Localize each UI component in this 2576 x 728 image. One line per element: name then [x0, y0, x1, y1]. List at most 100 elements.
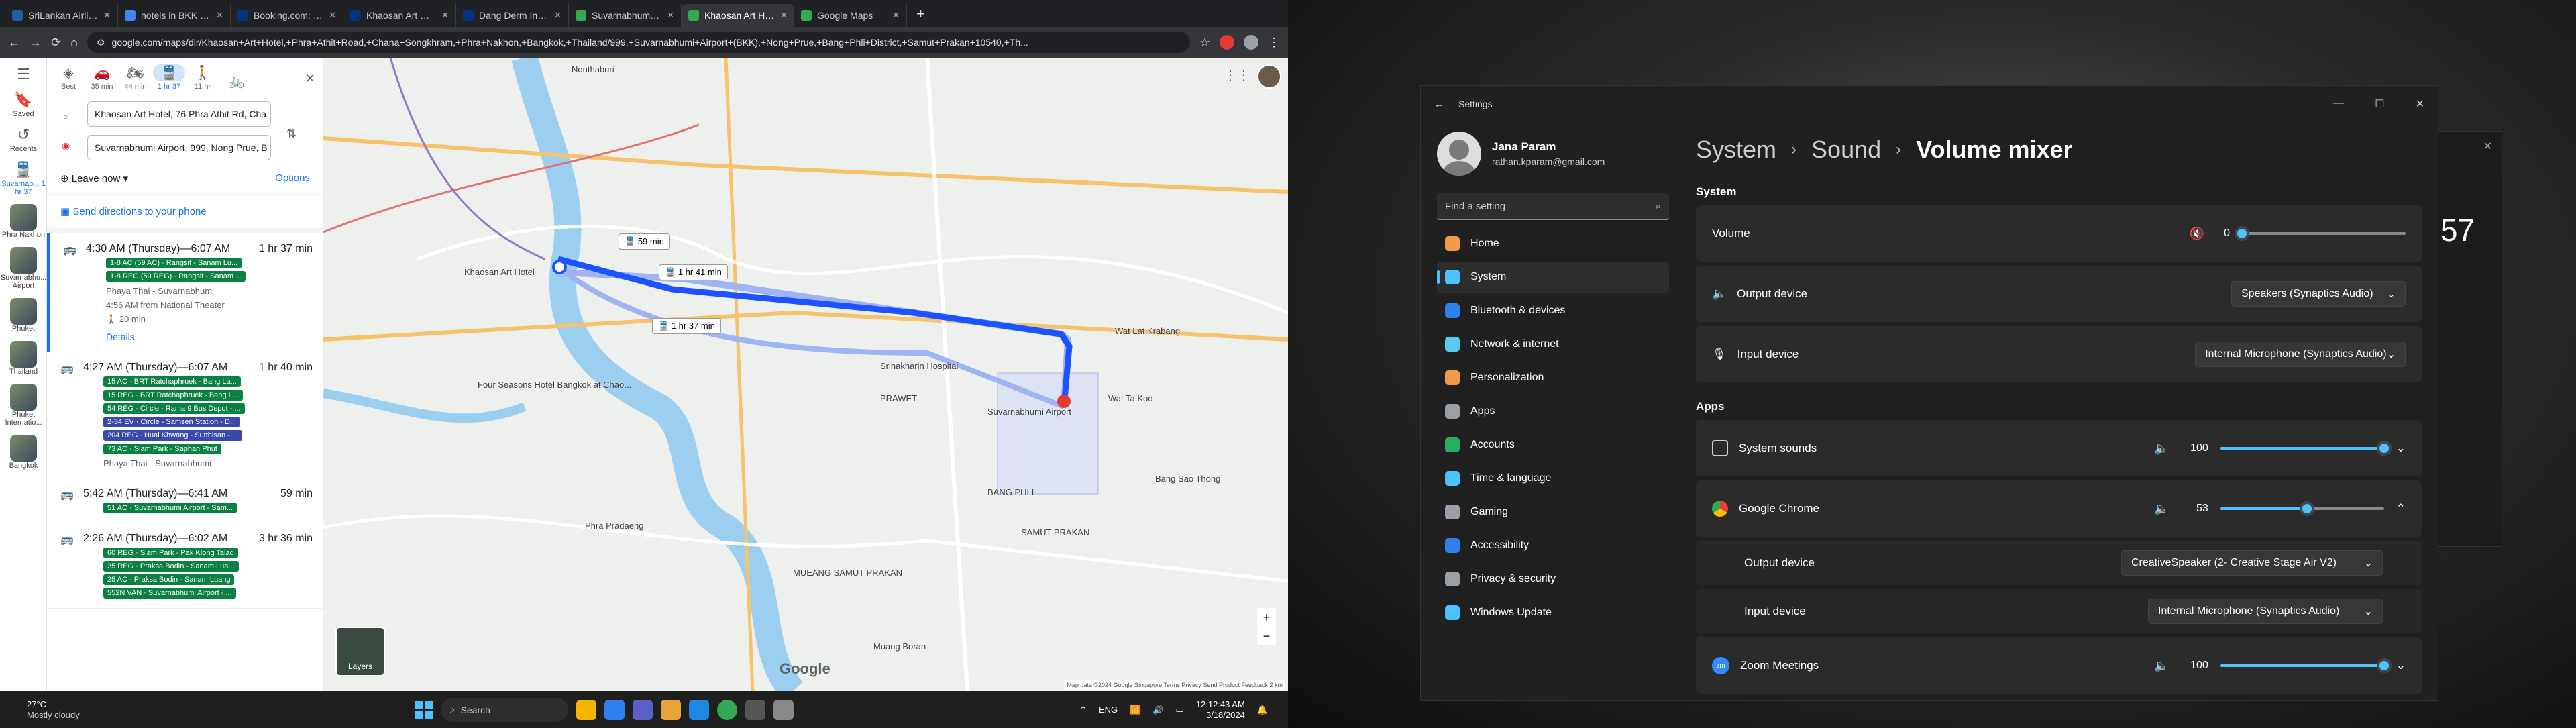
route-option[interactable]: 🚌 4:27 AM (Thursday)—6:07 AM 1 hr 40 min 15…	[47, 352, 323, 478]
swap-icon[interactable]: ⇅	[286, 127, 297, 141]
chevron-down-icon[interactable]: ⌄	[2396, 441, 2406, 455]
map-label[interactable]: Muang Boran	[873, 641, 926, 652]
mute-icon[interactable]: 🔈	[2154, 502, 2169, 516]
travel-mode-5[interactable]: 🚲	[220, 72, 252, 91]
notification-icon[interactable]: 🔔	[1257, 705, 1268, 715]
nav-accessibility[interactable]: Accessibility	[1437, 530, 1669, 561]
map-label[interactable]: Wat Ta Koo	[1108, 393, 1152, 403]
details-link[interactable]: Details	[106, 331, 313, 342]
saved-button[interactable]: 🔖 Saved	[0, 91, 47, 118]
recents-button[interactable]: ↺ Recents	[0, 126, 47, 153]
nav-personalization[interactable]: Personalization	[1437, 362, 1669, 393]
nav-network-internet[interactable]: Network & internet	[1437, 329, 1669, 360]
nav-system[interactable]: System	[1437, 262, 1669, 293]
new-tab-icon[interactable]: +	[907, 5, 934, 27]
recent-place[interactable]: Suvarnabhu... Airport	[0, 247, 47, 290]
close-tab-icon[interactable]: ✕	[780, 10, 788, 21]
edge-icon[interactable]	[604, 699, 625, 720]
close-tab-icon[interactable]: ✕	[329, 10, 336, 21]
send-to-phone-link[interactable]: ▣ Send directions to your phone	[47, 195, 323, 233]
map-label[interactable]: BANG PHLI	[987, 487, 1034, 497]
zoom-out-icon[interactable]: −	[1263, 629, 1271, 643]
travel-mode-4[interactable]: 🚶 11 hr	[186, 64, 219, 91]
back-icon[interactable]: ←	[8, 36, 20, 50]
route-option[interactable]: 🚌 5:42 AM (Thursday)—6:41 AM 59 min 51 AC ·…	[47, 478, 323, 523]
chrome-volume-slider[interactable]	[2220, 501, 2384, 516]
close-tab-icon[interactable]: ✕	[667, 10, 674, 21]
address-bar[interactable]: ⚙ google.com/maps/dir/Khaosan+Art+Hotel,+…	[87, 32, 1190, 53]
map-label[interactable]: SAMUT PRAKAN	[1021, 527, 1089, 537]
account-avatar[interactable]	[1257, 64, 1281, 89]
find-setting-input[interactable]: Find a setting ⌕	[1437, 193, 1669, 220]
settings-app-icon[interactable]	[773, 699, 794, 720]
tab-1[interactable]: SriLankan Airlines - Calen✕	[5, 4, 118, 27]
close-tab-icon[interactable]: ✕	[441, 10, 449, 21]
close-tab-icon[interactable]: ✕	[554, 10, 561, 21]
profile-icon[interactable]	[1244, 35, 1258, 50]
recent-place[interactable]: Thailand	[0, 341, 47, 376]
nav-accounts[interactable]: Accounts	[1437, 429, 1669, 460]
minimize-icon[interactable]: —	[2333, 97, 2344, 111]
travel-mode-2[interactable]: 🏍 44 min	[119, 64, 152, 91]
home-icon[interactable]: ⌂	[70, 36, 78, 50]
close-icon[interactable]: ✕	[2416, 97, 2424, 111]
battery-icon[interactable]: ▭	[1176, 705, 1184, 715]
close-tab-icon[interactable]: ✕	[216, 10, 223, 21]
tray-chevron-icon[interactable]: ⌃	[1079, 705, 1087, 715]
tab-7[interactable]: Khaosan Art Hotel to Suv✕	[682, 4, 794, 27]
forward-icon[interactable]: →	[30, 36, 42, 50]
start-icon[interactable]	[415, 700, 433, 719]
travel-mode-3[interactable]: 🚆 1 hr 37	[153, 64, 185, 91]
mute-icon[interactable]: 🔈	[2154, 441, 2169, 456]
close-icon[interactable]: ✕	[305, 72, 315, 86]
master-volume-slider[interactable]	[2235, 226, 2406, 241]
map-label[interactable]: MUEANG SAMUT PRAKAN	[793, 568, 902, 578]
more-icon[interactable]: ⋮	[1268, 36, 1280, 50]
zoom-in-icon[interactable]: +	[1263, 611, 1271, 625]
leave-now-dropdown[interactable]: ⊕ Leave now ▾	[60, 172, 128, 185]
nav-windows-update[interactable]: Windows Update	[1437, 597, 1669, 628]
close-tab-icon[interactable]: ✕	[892, 10, 900, 21]
map-label[interactable]: Wat Lat Krabang	[1115, 326, 1180, 336]
crumb-system[interactable]: System	[1696, 136, 1776, 164]
map-label[interactable]: Srinakharin Hospital	[880, 361, 958, 371]
github-icon[interactable]	[745, 699, 765, 720]
tab-8[interactable]: Google Maps ✕	[794, 4, 907, 27]
active-directions[interactable]: 🚆 Suvarnab... 1 hr 37	[0, 161, 47, 196]
reload-icon[interactable]: ⟳	[51, 36, 61, 50]
map-label[interactable]: Suvarnabhumi Airport	[987, 407, 1071, 417]
wifi-icon[interactable]: 📶	[1130, 705, 1140, 715]
language-indicator[interactable]: ENG	[1099, 705, 1118, 715]
map-label[interactable]: Phra Pradaeng	[585, 521, 643, 531]
route-option[interactable]: 🚌 2:26 AM (Thursday)—6:02 AM 3 hr 36 min 60…	[47, 523, 323, 609]
nav-apps[interactable]: Apps	[1437, 396, 1669, 427]
route-option[interactable]: 🚌 4:30 AM (Thursday)—6:07 AM 1 hr 37 min 1-…	[47, 233, 323, 352]
map-canvas[interactable]: Nonthaburi Khaosan Art Hotel Suvarnabhumi …	[323, 58, 1288, 691]
origin-input[interactable]: Khaosan Art Hotel, 76 Phra Athit Rd, Cha	[87, 101, 271, 127]
tab-5[interactable]: Dang Derm In The Park H✕	[456, 4, 569, 27]
chrome-output-dropdown[interactable]: CreativeSpeaker (2- Creative Stage Air V…	[2121, 550, 2383, 576]
maximize-icon[interactable]: ☐	[2375, 97, 2384, 111]
crumb-sound[interactable]: Sound	[1811, 136, 1881, 164]
mute-icon[interactable]: 🔇	[2190, 227, 2204, 241]
map-label[interactable]: PRAWET	[880, 393, 917, 403]
nav-time-language[interactable]: Time & language	[1437, 463, 1669, 494]
star-icon[interactable]: ☆	[1199, 36, 1210, 50]
nav-gaming[interactable]: Gaming	[1437, 497, 1669, 527]
mute-icon[interactable]: 🔈	[2154, 659, 2169, 673]
input-device-dropdown[interactable]: Internal Microphone (Synaptics Audio) ⌄	[2195, 342, 2406, 367]
folder-icon[interactable]	[660, 699, 681, 720]
tab-4[interactable]: Khaosan Art Hotel - SHA✕	[343, 4, 456, 27]
extension-icon[interactable]	[1220, 35, 1234, 50]
vscode-icon[interactable]	[688, 699, 709, 720]
chrome-icon[interactable]	[716, 699, 737, 720]
tab-6[interactable]: Suvarnabhumi Airport to✕	[569, 4, 682, 27]
nav-privacy-security[interactable]: Privacy & security	[1437, 564, 1669, 594]
volume-icon[interactable]: 🔊	[1152, 705, 1163, 715]
chevron-down-icon[interactable]: ⌄	[2396, 659, 2406, 672]
chrome-input-dropdown[interactable]: Internal Microphone (Synaptics Audio) ⌄	[2148, 599, 2383, 624]
close-icon[interactable]: ✕	[2483, 140, 2492, 153]
layers-button[interactable]: Layers	[335, 627, 385, 676]
apps-grid-icon[interactable]: ⋮⋮	[1224, 67, 1250, 84]
map-label[interactable]: Four Seasons Hotel Bangkok at Chao...	[478, 380, 631, 390]
